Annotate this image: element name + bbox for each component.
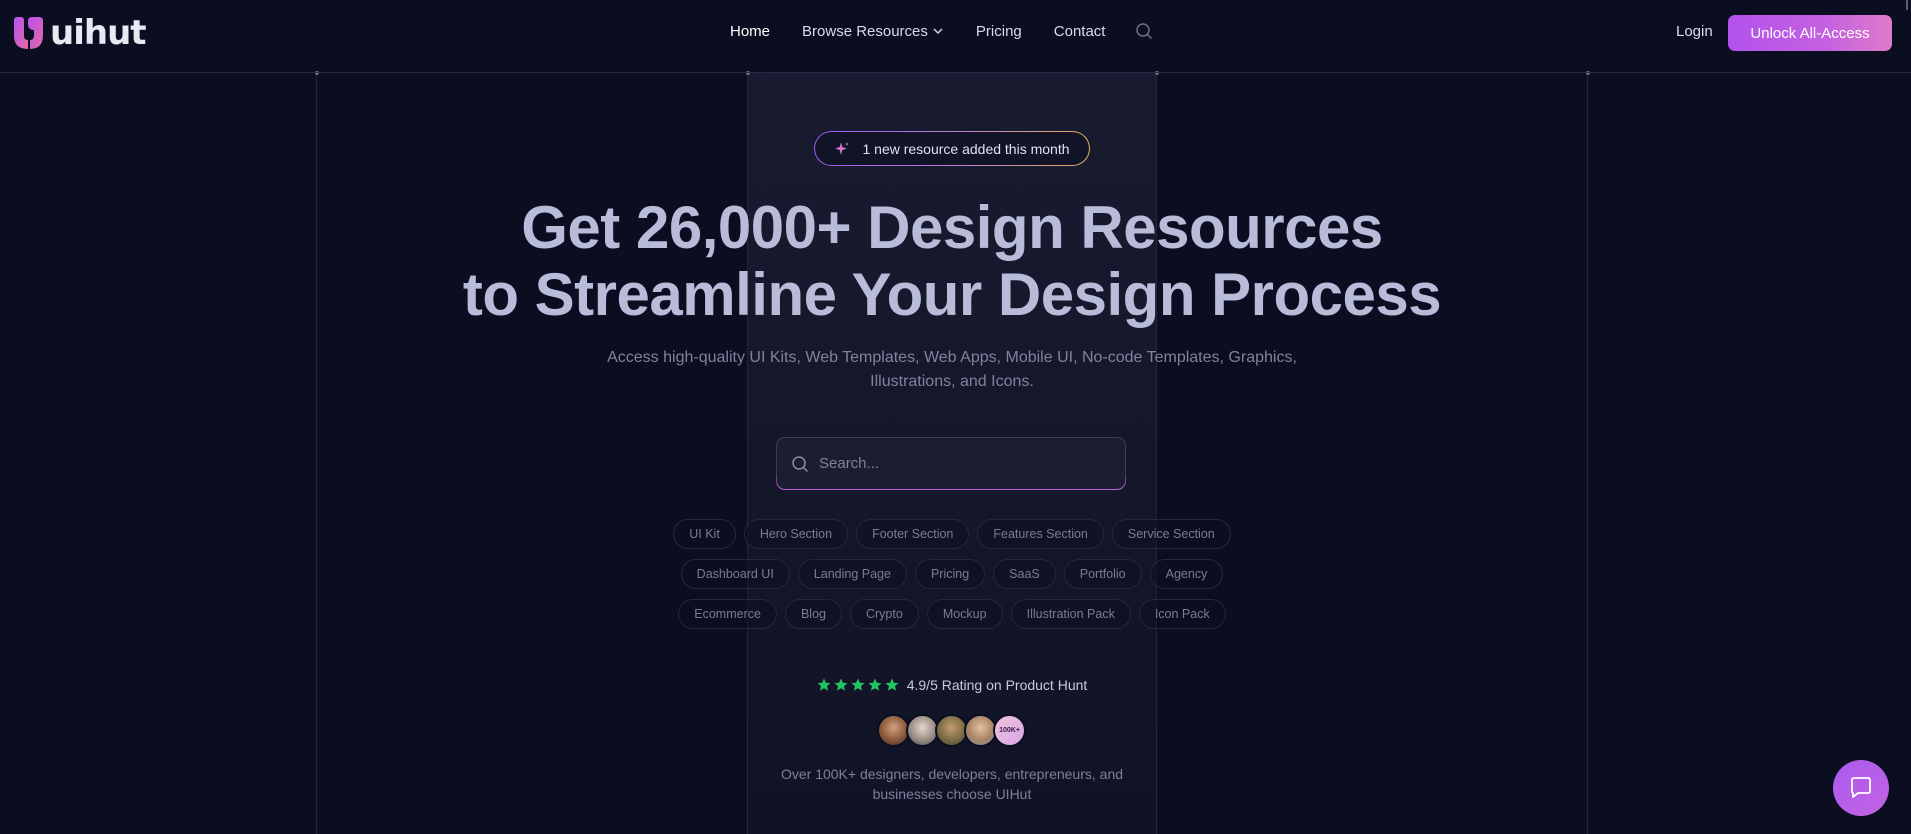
unlock-all-access-button[interactable]: Unlock All-Access — [1728, 15, 1892, 51]
tag-row-2: Dashboard UI Landing Page Pricing SaaS P… — [0, 559, 1904, 589]
site-header: uihut Home Browse Resources Pricing Cont… — [0, 0, 1911, 73]
star-icon — [851, 678, 865, 691]
tag-illustration-pack[interactable]: Illustration Pack — [1010, 599, 1131, 629]
logo-mark-icon — [14, 17, 43, 49]
tag-row-1: UI Kit Hero Section Footer Section Featu… — [0, 519, 1904, 549]
user-avatars: 100K+ — [877, 714, 1026, 747]
product-hunt-rating: 4.9/5 Rating on Product Hunt — [0, 677, 1904, 693]
tag-icon-pack[interactable]: Icon Pack — [1138, 599, 1226, 629]
tag-row-3: Ecommerce Blog Crypto Mockup Illustratio… — [0, 599, 1904, 629]
window-edge-mark — [1906, 0, 1908, 10]
nav-pricing[interactable]: Pricing — [976, 23, 1022, 40]
rating-text: 4.9/5 Rating on Product Hunt — [906, 677, 1088, 693]
tag-dashboard-ui[interactable]: Dashboard UI — [680, 559, 790, 589]
tag-features-section[interactable]: Features Section — [977, 519, 1104, 549]
tag-blog[interactable]: Blog — [784, 599, 842, 629]
tag-hero-section[interactable]: Hero Section — [743, 519, 849, 549]
hero-title-line-2: to Streamline Your Design Process — [462, 261, 1442, 328]
hero-subtitle: Access high-quality UI Kits, Web Templat… — [607, 349, 1297, 390]
nav-browse-resources[interactable]: Browse Resources — [802, 23, 944, 40]
hero-title: Get 26,000+ Design Resources to Streamli… — [0, 194, 1904, 328]
tag-service-section[interactable]: Service Section — [1111, 519, 1231, 549]
badge-text: 1 new resource added this month — [862, 140, 1070, 157]
tag-mockup[interactable]: Mockup — [926, 599, 1003, 629]
tag-footer-section[interactable]: Footer Section — [856, 519, 970, 549]
nav-home[interactable]: Home — [730, 23, 770, 40]
sparkle-icon — [835, 141, 850, 155]
social-proof-text: Over 100K+ designers, developers, entrep… — [780, 766, 1124, 802]
search-icon — [792, 455, 809, 472]
search-box — [777, 438, 1125, 489]
logo-text: uihut — [50, 13, 147, 53]
grid-line — [1587, 73, 1588, 834]
main-nav: Home Browse Resources Pricing Contact — [730, 22, 1153, 40]
hero-search — [776, 437, 1126, 490]
tag-portfolio[interactable]: Portfolio — [1063, 559, 1142, 589]
chat-icon — [1851, 777, 1871, 798]
chat-button[interactable] — [1833, 760, 1889, 816]
nav-contact[interactable]: Contact — [1054, 23, 1106, 40]
search-icon[interactable] — [1135, 22, 1153, 40]
chevron-down-icon — [933, 28, 943, 34]
star-icon — [868, 678, 882, 691]
logo[interactable]: uihut — [12, 13, 147, 53]
tag-ecommerce[interactable]: Ecommerce — [678, 599, 777, 629]
star-icon — [817, 678, 831, 691]
hero-title-line-1: Get 26,000+ Design Resources — [521, 194, 1383, 261]
nav-browse-label: Browse Resources — [802, 22, 928, 40]
tag-saas[interactable]: SaaS — [993, 559, 1056, 589]
star-icon — [885, 678, 899, 691]
avatar-count: 100K+ — [993, 714, 1026, 747]
login-link[interactable]: Login — [1676, 23, 1713, 40]
star-icon — [834, 678, 848, 691]
grid-line — [316, 73, 317, 834]
tag-ui-kit[interactable]: UI Kit — [673, 519, 736, 549]
rating-stars — [817, 678, 899, 692]
new-resource-badge: 1 new resource added this month — [814, 131, 1090, 166]
tag-pricing[interactable]: Pricing — [914, 559, 986, 589]
tag-crypto[interactable]: Crypto — [849, 599, 919, 629]
grid-line — [747, 73, 748, 834]
grid-line — [1156, 73, 1157, 834]
tag-agency[interactable]: Agency — [1149, 559, 1224, 589]
badge-inner: 1 new resource added this month — [815, 132, 1089, 165]
tag-landing-page[interactable]: Landing Page — [797, 559, 907, 589]
search-input[interactable] — [819, 455, 1099, 472]
